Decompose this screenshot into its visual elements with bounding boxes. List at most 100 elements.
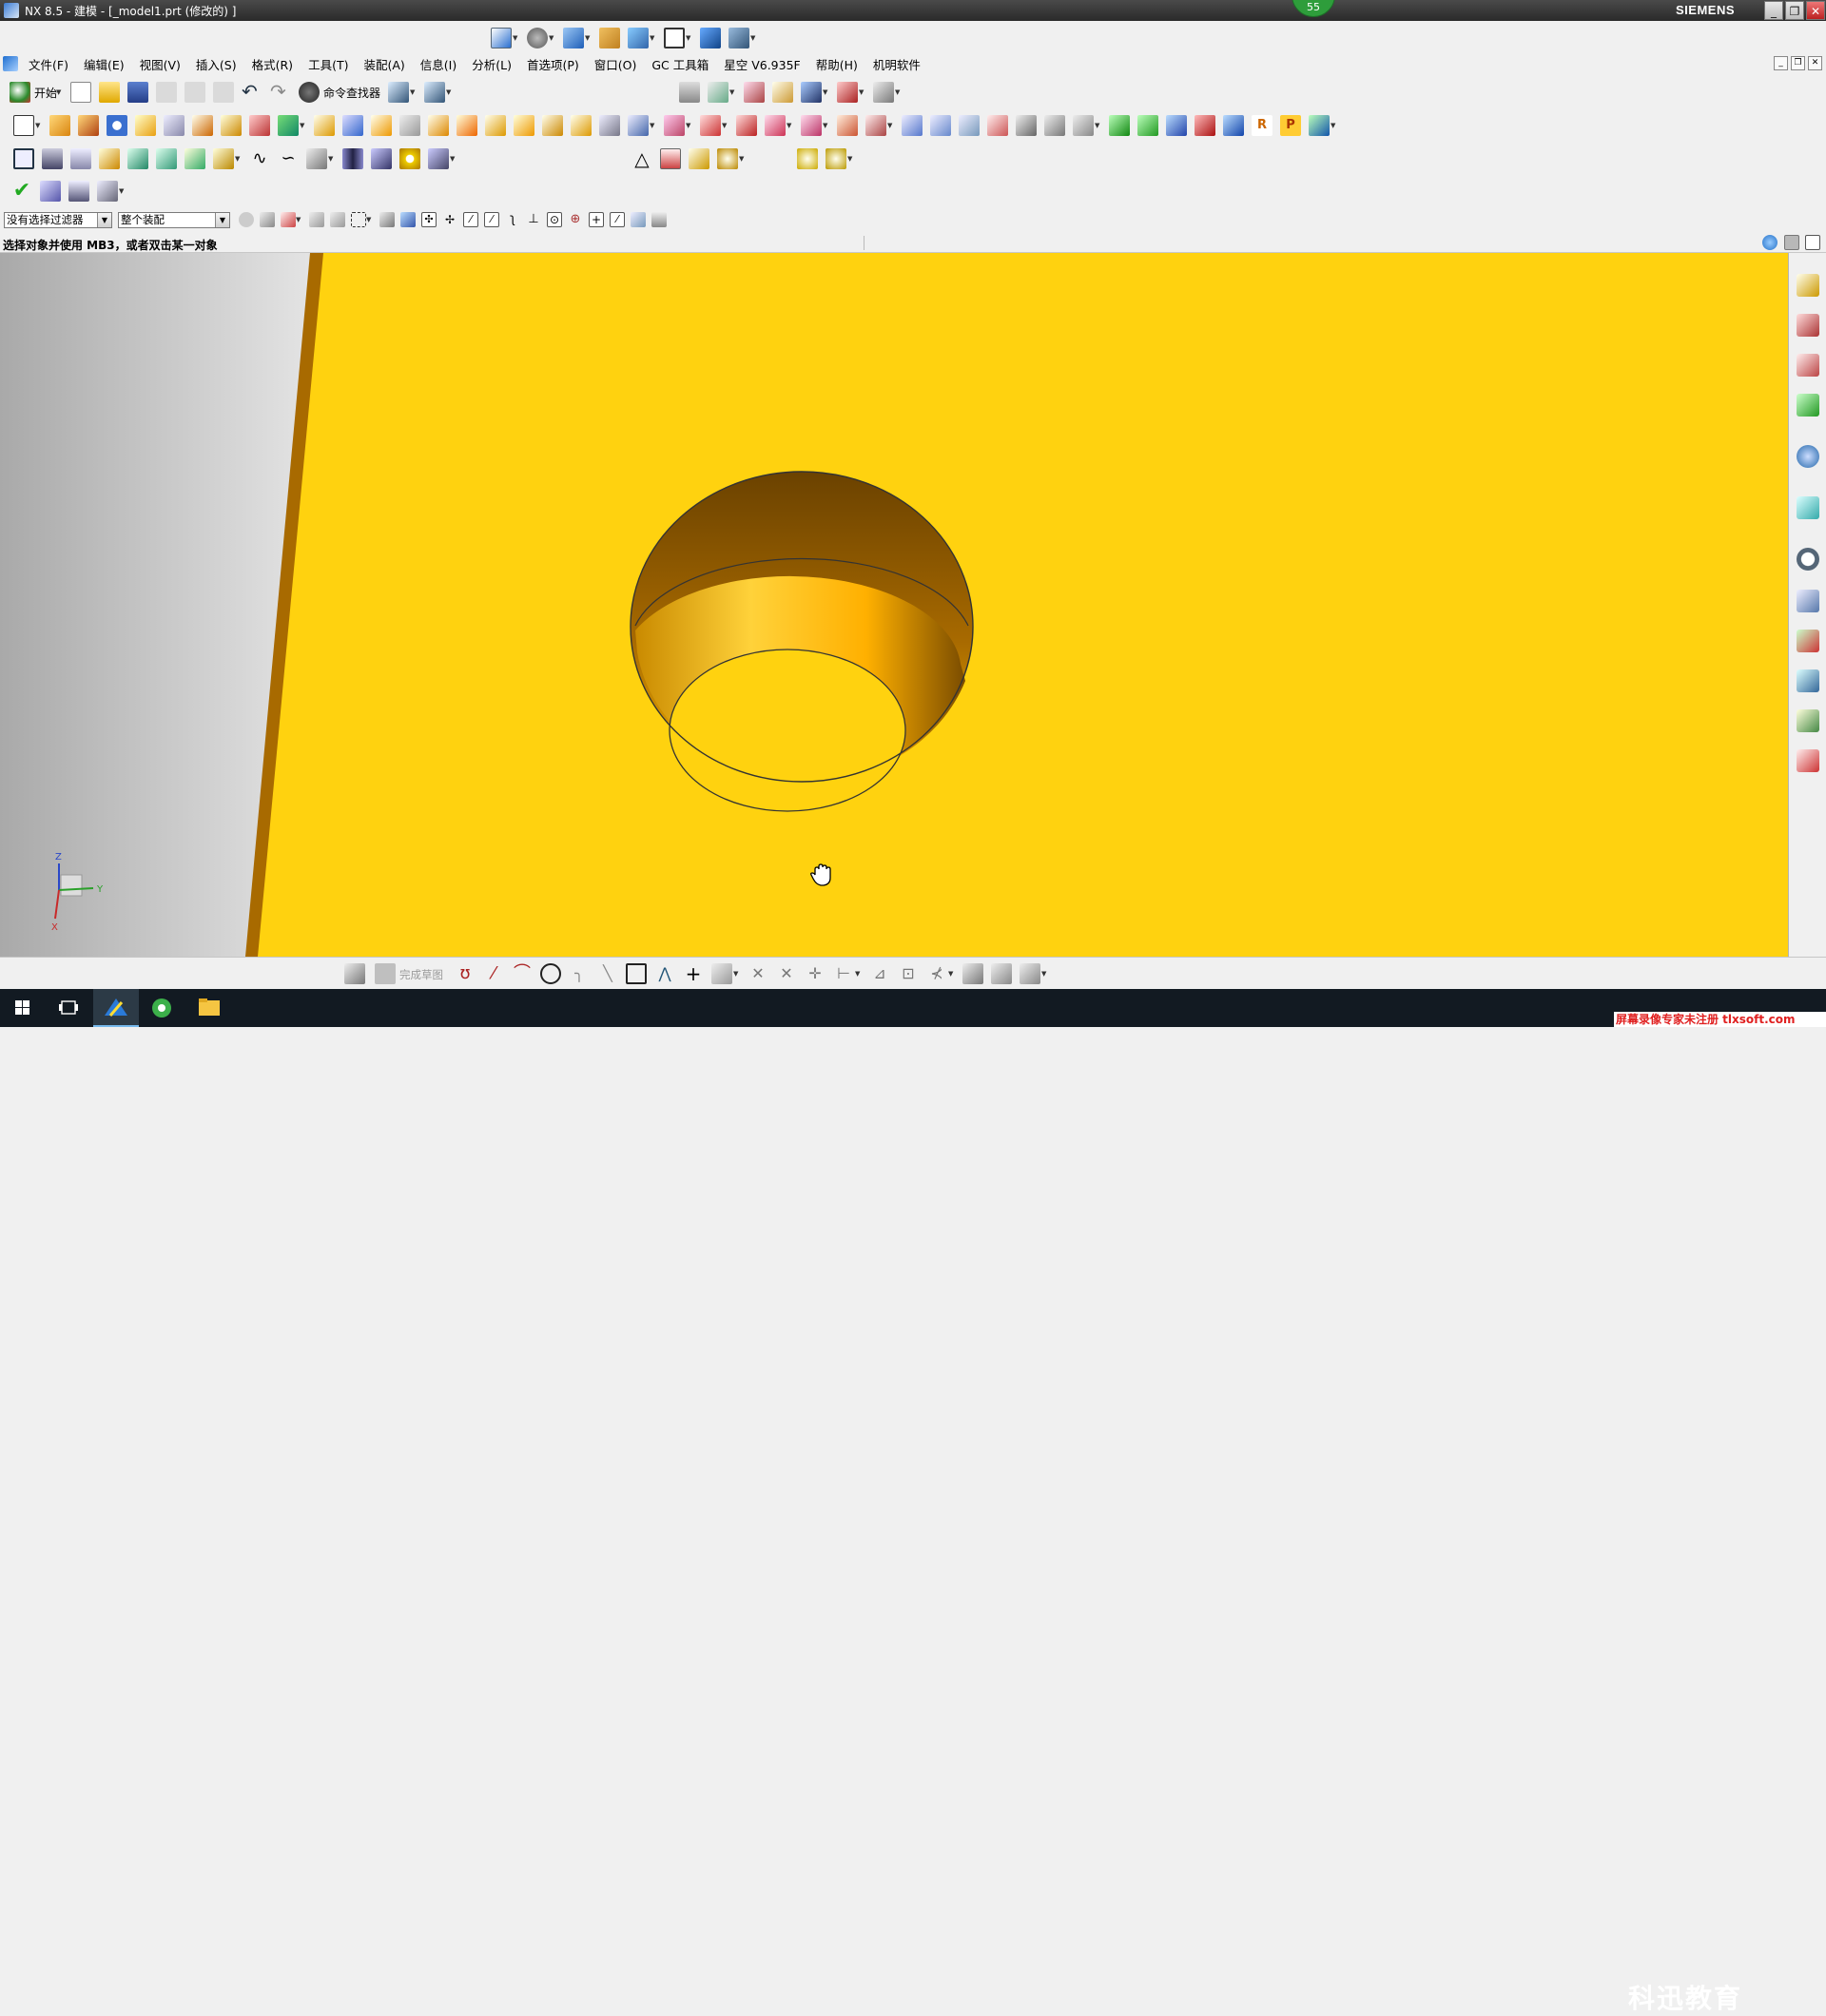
snap-intersection-icon[interactable]: ⊥ [526,212,541,227]
blend-icon[interactable] [485,115,506,136]
layer-settings-icon[interactable] [679,82,700,103]
assembly-navigator-icon[interactable] [1797,274,1819,297]
face-blend-icon[interactable] [571,115,592,136]
chevron-down-icon[interactable]: ▼ [215,212,229,227]
quick-extend-icon[interactable]: ✕ [776,963,797,984]
point-sketch-icon[interactable]: + [683,963,704,984]
snap-quadrant-icon[interactable]: ⊕ [568,212,583,227]
animate-dimension-icon[interactable] [991,963,1012,984]
shaft-icon[interactable] [99,148,120,169]
menu-xingkong[interactable]: 星空 V6.935F [724,55,801,73]
hd3d-tools-icon[interactable] [1797,445,1819,468]
filter-reset-icon[interactable] [239,212,254,227]
sparkle-icon[interactable] [689,148,709,169]
taskbar-nx-app[interactable] [93,989,139,1027]
more-view-icon[interactable] [728,28,749,48]
trim-sheet-icon[interactable] [1073,115,1094,136]
touch-mode-icon[interactable] [424,82,446,103]
curve-2-icon[interactable]: ∽ [278,148,299,169]
convert-reference-icon[interactable] [1020,963,1040,984]
constraints-icon[interactable]: ⊢ [833,963,854,984]
snap-point-icon[interactable] [281,212,296,227]
menu-insert[interactable]: 插入(S) [196,55,237,73]
curve-3-icon[interactable] [306,148,327,169]
shaded-cube-icon[interactable] [563,28,584,48]
snap-tangent-icon[interactable]: ⁄ [484,212,499,227]
close-button[interactable]: ✕ [1806,1,1825,20]
snap-bar-end-icon[interactable] [651,212,667,227]
menu-app-icon[interactable] [3,56,18,71]
component-4-icon[interactable] [213,148,234,169]
constraint-navigator-icon[interactable] [1797,314,1819,337]
hole-icon[interactable] [107,115,127,136]
sketch-icon[interactable] [13,115,34,136]
pocket-icon[interactable] [164,115,185,136]
check-icon[interactable]: ✔ [11,181,32,202]
copy-icon[interactable] [185,82,206,103]
rectangle-select-icon[interactable] [351,212,366,227]
snap-view-icon[interactable] [700,28,721,48]
gear-group-icon[interactable] [717,148,738,169]
snap-general-icon[interactable] [260,212,275,227]
doc-restore-button[interactable]: ❐ [1791,56,1805,70]
datum-axis-icon[interactable] [221,115,242,136]
menu-analysis[interactable]: 分析(L) [472,55,512,73]
command-finder-button[interactable]: 命令查找器 [323,85,380,101]
selection-scope-select[interactable]: 整个装配 ▼ [118,211,230,228]
redo-icon[interactable]: ↷ [270,82,291,103]
datum-plane-icon[interactable] [192,115,213,136]
tools-icon[interactable] [428,148,449,169]
sync-modeling-icon[interactable] [664,115,685,136]
analysis-icon[interactable] [837,82,858,103]
menu-help[interactable]: 帮助(H) [816,55,858,73]
trim-body-icon[interactable] [314,115,335,136]
status-fullscreen-icon[interactable] [1784,235,1799,250]
make-corner-icon[interactable]: ✛ [805,963,826,984]
process-studio-icon[interactable] [1797,630,1819,652]
dimension-icon[interactable]: ⊿ [869,963,890,984]
offset-region-icon[interactable] [865,115,886,136]
move-face-icon[interactable] [765,115,786,136]
polygon-icon[interactable]: ⋀ [654,963,675,984]
r-tool-icon[interactable]: R [1252,115,1272,136]
select-face-icon[interactable] [400,212,416,227]
menu-tools[interactable]: 工具(T) [308,55,348,73]
minimize-button[interactable]: _ [1764,1,1783,20]
component-2-icon[interactable] [156,148,177,169]
check-list-icon[interactable] [68,181,89,202]
snap-line-icon[interactable]: ⁄ [463,212,478,227]
web-browser-icon[interactable] [1797,496,1819,519]
chevron-down-icon[interactable]: ▼ [97,212,111,227]
save-icon[interactable] [127,82,149,103]
draft-icon[interactable] [456,115,477,136]
revolve-icon[interactable] [78,115,99,136]
check-axis-icon[interactable] [97,181,118,202]
part-navigator-icon[interactable] [1797,354,1819,377]
history-icon[interactable] [1797,548,1819,571]
cut-icon[interactable] [156,82,178,103]
auto-constrain-icon[interactable]: ⊀ [926,963,947,984]
orient-view-icon[interactable] [628,28,649,48]
arc-icon[interactable]: ⌒ [512,963,533,984]
gear-1-icon[interactable] [797,148,818,169]
quick-trim-icon[interactable]: ✕ [748,963,768,984]
chamfer-sketch-icon[interactable]: ╲ [597,963,618,984]
selection-priority-icon[interactable] [388,82,410,103]
gc-icon-3[interactable] [1166,115,1187,136]
component-1-icon[interactable] [127,148,148,169]
paste-icon[interactable] [213,82,235,103]
triangle-icon[interactable]: △ [631,148,652,169]
command-finder-icon[interactable] [299,82,321,103]
layout-frame-icon[interactable] [664,28,685,48]
edge-blend-icon[interactable] [514,115,534,136]
start-menu-button[interactable] [0,989,46,1027]
circle-icon[interactable] [540,963,561,984]
chamfer-icon[interactable] [542,115,563,136]
resize-blend-icon[interactable] [837,115,858,136]
database-icon[interactable] [70,148,91,169]
gc-icon-1[interactable] [1109,115,1130,136]
through-mesh-icon[interactable] [930,115,951,136]
gc-icon-4[interactable] [1195,115,1215,136]
fit-view-icon[interactable] [491,28,512,48]
type-filter-select[interactable]: 没有选择过滤器 ▼ [4,211,112,228]
